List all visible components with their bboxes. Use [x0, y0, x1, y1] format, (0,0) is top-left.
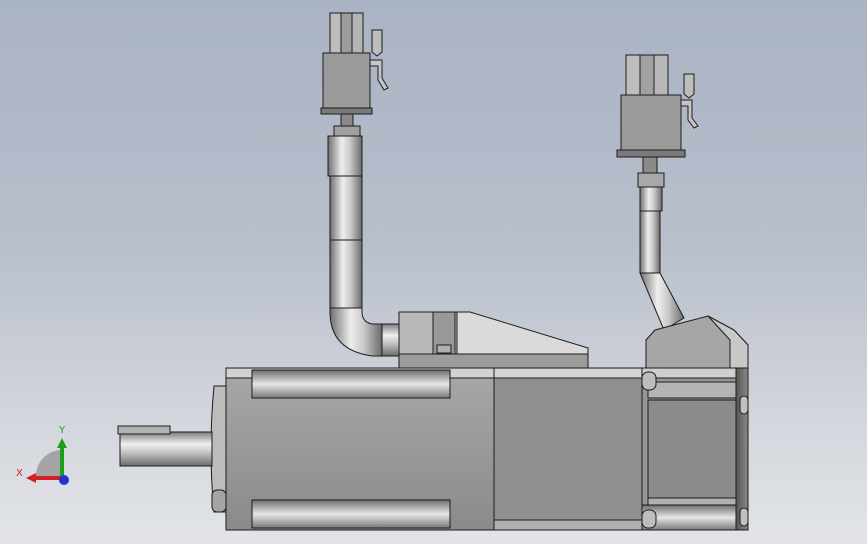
- orientation-triad: [26, 438, 69, 485]
- output-shaft[interactable]: [117, 425, 213, 467]
- y-axis-arrowhead: [57, 438, 67, 448]
- triad-plane-icon: [36, 450, 62, 476]
- power-cable[interactable]: [320, 12, 401, 357]
- encoder-cable[interactable]: [616, 54, 699, 331]
- y-axis-label: Y: [59, 425, 66, 436]
- front-flange[interactable]: [210, 385, 227, 513]
- motor-body[interactable]: [225, 367, 749, 531]
- z-axis-icon: [59, 475, 69, 485]
- terminal-housing[interactable]: [398, 311, 589, 369]
- encoder-connector[interactable]: [616, 54, 699, 188]
- power-connector[interactable]: [320, 12, 389, 137]
- x-axis-label: X: [16, 468, 23, 479]
- servo-motor-model[interactable]: [0, 0, 867, 544]
- x-axis-arrowhead: [26, 473, 36, 483]
- 3d-viewport[interactable]: X Y: [0, 0, 867, 544]
